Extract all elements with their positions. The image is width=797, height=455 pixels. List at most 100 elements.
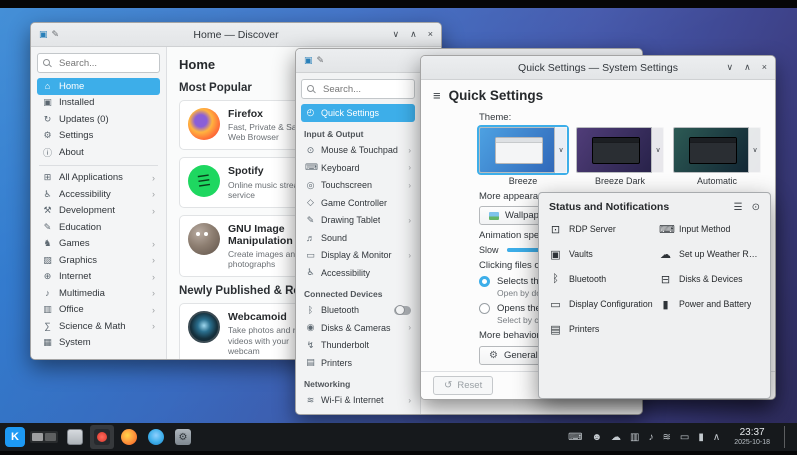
settings-sidebar-item[interactable]: ◉ Disks & Cameras › [301,319,415,337]
taskbar-spectacle-icon[interactable] [90,425,114,449]
theme-card[interactable]: ∨ Breeze Dark [576,127,664,186]
system-icon: ▦ [42,337,53,348]
virtual-desktop-pager[interactable] [30,431,58,443]
settings-sidebar-item[interactable]: ◎ Touchscreen › [301,177,415,195]
theme-preview-window [495,137,542,164]
search-input[interactable] [321,83,409,96]
discover-titlebar[interactable]: ▣✎ Home — Discover ∨∧× [31,23,441,47]
configure-icon[interactable]: ☰ [734,202,743,213]
toggle-switch[interactable] [394,306,411,315]
discover-category-item[interactable]: ▦ System › [37,335,160,352]
settings-sidebar-item[interactable]: ▤ Printers › [301,354,415,372]
clock-time: 23:37 [734,427,770,439]
settings-sidebar-item[interactable]: ⌨ Keyboard › [301,159,415,177]
taskbar-discover-icon[interactable] [144,425,168,449]
status-item[interactable]: ⊡ RDP Server [549,222,655,236]
maximize-button[interactable]: ∧ [744,63,751,72]
bluetooth-icon: ᛒ [305,305,316,315]
status-item[interactable]: ⊟ Disks & Devices [659,272,760,286]
display-icon[interactable]: ▭ [680,432,689,443]
online-accounts-icon: ☺ [305,413,316,415]
pin-icon[interactable]: ⊙ [752,202,760,213]
close-button[interactable]: × [428,30,433,39]
theme-dropdown-button[interactable]: ∨ [748,127,761,173]
radio-button[interactable] [479,303,490,314]
status-item[interactable]: ▣ Vaults [549,247,655,261]
desktop-1[interactable] [32,433,43,441]
user-status-icon[interactable]: ☻ [592,432,603,443]
discover-nav-item[interactable]: ▣ Installed › [37,95,160,112]
discover-category-item[interactable]: ∑ Science & Math › [37,318,160,335]
window-controls: ∨ ∧ × [393,30,433,39]
discover-category-item[interactable]: ▨ Graphics › [37,252,160,269]
discover-category-item[interactable]: ♞ Games › [37,236,160,253]
taskbar-firefox-icon[interactable] [117,425,141,449]
theme-dropdown-button[interactable]: ∨ [554,127,567,173]
slider-min-label: Slow [479,245,499,255]
weather-icon[interactable]: ☁ [611,432,621,443]
search-input[interactable] [57,57,154,70]
digital-clock[interactable]: 23:37 2025-10-18 [734,427,770,447]
discover-search[interactable] [37,53,160,73]
minimize-button[interactable]: ∨ [727,63,734,72]
media-player-icon[interactable]: ♪ [649,432,654,443]
theme-card[interactable]: ∨ Automatic [673,127,761,186]
settings-sidebar-item[interactable]: ▭ Display & Monitor › [301,247,415,265]
close-button[interactable]: × [762,63,767,72]
discover-category-item[interactable]: ✎ Education › [37,219,160,236]
expand-tray-icon[interactable]: ∧ [713,432,720,443]
keyboard-icon: ⌨ [305,162,316,173]
desktop-2[interactable] [45,433,56,441]
show-desktop-button[interactable] [784,426,788,448]
radio-button[interactable] [479,276,490,287]
reset-button[interactable]: ↺ Reset [433,376,493,395]
settings-sidebar-item[interactable]: ♿ Accessibility › [301,264,415,282]
discover-nav-item[interactable]: ⓘ About › [37,144,160,161]
discover-category-item[interactable]: ♪ Multimedia › [37,285,160,302]
weather-report-icon: ☁ [659,248,672,261]
education-icon: ✎ [42,222,53,233]
keyboard-indicator-icon[interactable]: ⌨ [568,432,582,443]
display-monitor-icon: ▭ [305,250,316,261]
discover-category-item[interactable]: ⊕ Internet › [37,269,160,286]
status-item[interactable]: ▭ Display Configuration [549,297,655,311]
search-icon [43,59,52,68]
settings-sidebar-item[interactable]: ☺ Online Accounts › [301,409,415,415]
settings-sidebar-item[interactable]: ≋ Wi-Fi & Internet › [301,392,415,410]
settings-sidebar-item[interactable]: ✎ Drawing Tablet › [301,212,415,230]
battery-icon[interactable]: ▮ [698,432,704,443]
settings-sidebar-item[interactable]: ◇ Game Controller › [301,194,415,212]
clipboard-icon[interactable]: ▥ [630,432,639,443]
development-icon: ⚒ [42,205,53,216]
settings-search[interactable] [301,79,415,99]
discover-category-item[interactable]: ⊞ All Applications › [37,170,160,187]
discover-nav-item[interactable]: ⚙ Settings › [37,128,160,145]
status-item[interactable]: ▤ Printers [549,322,655,336]
theme-dropdown-button[interactable]: ∨ [651,127,664,173]
hamburger-menu-icon[interactable]: ≡ [433,88,441,103]
status-item[interactable]: ᛒ Bluetooth [549,272,655,286]
status-item[interactable]: ☁ Set up Weather Report… [659,247,760,261]
quick-settings-titlebar[interactable]: Quick Settings — System Settings ∨∧× [421,56,775,80]
settings-sidebar-item[interactable]: ᛒ Bluetooth › [301,302,415,320]
discover-category-item[interactable]: ⚒ Development › [37,203,160,220]
search-icon [307,85,316,94]
discover-category-item[interactable]: ▥ Office › [37,302,160,319]
settings-sidebar-item[interactable]: ⊙ Mouse & Touchpad › [301,142,415,160]
maximize-button[interactable]: ∧ [410,30,417,39]
taskbar-system-settings-icon[interactable] [171,425,195,449]
discover-nav-item[interactable]: ↻ Updates (0) › [37,111,160,128]
status-item[interactable]: ▮ Power and Battery [659,297,760,311]
discover-nav-item[interactable]: ⌂ Home › [37,78,160,95]
settings-sidebar-item[interactable]: ↯ Thunderbolt › [301,337,415,355]
network-icon[interactable]: ≋ [663,432,671,443]
theme-card[interactable]: ∨ Breeze [479,127,567,186]
app-launcher-icon[interactable]: K [5,427,25,447]
minimize-button[interactable]: ∨ [393,30,400,39]
sidebar-item-quick-settings[interactable]: ◴ Quick Settings [301,104,415,122]
status-item[interactable]: ⌨ Input Method [659,222,760,236]
theme-preview-window [689,137,736,164]
taskbar-app-icon[interactable] [63,425,87,449]
discover-category-item[interactable]: ♿ Accessibility › [37,186,160,203]
settings-sidebar-item[interactable]: ♬ Sound › [301,229,415,247]
